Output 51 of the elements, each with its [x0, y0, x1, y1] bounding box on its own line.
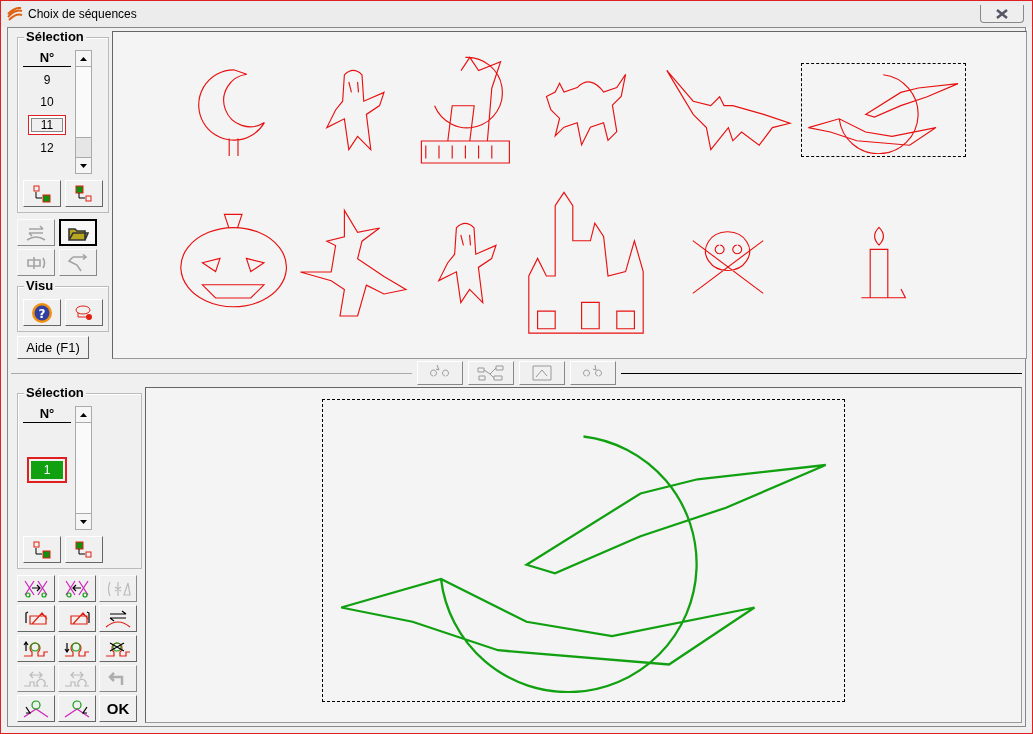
- squares-arrow-icon: [32, 184, 52, 203]
- column-header: N°: [23, 406, 71, 423]
- cut-right-button[interactable]: [17, 575, 55, 602]
- from-selected-button[interactable]: [65, 536, 103, 563]
- flip-icon: [104, 608, 132, 629]
- to-selected-button[interactable]: [23, 180, 61, 207]
- squares-arrow-icon: [74, 184, 94, 203]
- sequence-number[interactable]: 10: [29, 93, 65, 111]
- help-button[interactable]: ?: [23, 299, 61, 326]
- cut-left-button[interactable]: [58, 575, 96, 602]
- path-icon: [67, 253, 89, 272]
- loop-down-button[interactable]: [58, 635, 96, 662]
- help-icon: ?: [31, 301, 53, 324]
- from-selected-button[interactable]: [65, 180, 103, 207]
- scrollbar[interactable]: [75, 406, 92, 530]
- node-left-button[interactable]: [17, 695, 55, 722]
- scroll-down-icon[interactable]: [80, 520, 87, 524]
- rot-right-button[interactable]: [58, 605, 96, 632]
- scroll-up-icon[interactable]: [80, 57, 87, 61]
- flip-button[interactable]: [99, 605, 137, 632]
- sequence-number[interactable]: 11: [28, 115, 66, 135]
- ok-button[interactable]: OK: [99, 695, 137, 722]
- node-right-button[interactable]: [58, 695, 96, 722]
- loop-up-button[interactable]: [17, 635, 55, 662]
- close-icon: [995, 8, 1009, 19]
- cut-right-icon: [22, 578, 50, 599]
- group-title: Sélection: [24, 385, 86, 400]
- lasso-button[interactable]: [65, 299, 103, 326]
- app-icon: [7, 7, 23, 21]
- swap-icon: [25, 223, 47, 242]
- to-selected-button[interactable]: [23, 536, 61, 563]
- sequence-number[interactable]: 9: [29, 71, 65, 89]
- scroll-up-icon[interactable]: [80, 413, 87, 417]
- cross-button[interactable]: [99, 635, 137, 662]
- group-title: Visu: [24, 278, 56, 293]
- network-icon: [476, 364, 506, 382]
- help-button[interactable]: Aide (F1): [17, 336, 89, 359]
- squares-arrow-icon: [74, 540, 94, 559]
- group-title: Sélection: [24, 29, 86, 44]
- squares-arrow-icon: [32, 540, 52, 559]
- scrollbar[interactable]: [75, 50, 92, 174]
- close-button[interactable]: [980, 5, 1024, 23]
- rot-left-button[interactable]: [17, 605, 55, 632]
- scroll-down-icon[interactable]: [80, 164, 87, 168]
- cut-left-icon: [63, 578, 91, 599]
- folder-button[interactable]: [59, 219, 97, 246]
- node-right-icon: [63, 698, 91, 719]
- node-left-icon: [22, 698, 50, 719]
- column-header: N°: [23, 50, 71, 67]
- sequence-number[interactable]: 12: [29, 139, 65, 157]
- window-title: Choix de séquences: [28, 7, 137, 21]
